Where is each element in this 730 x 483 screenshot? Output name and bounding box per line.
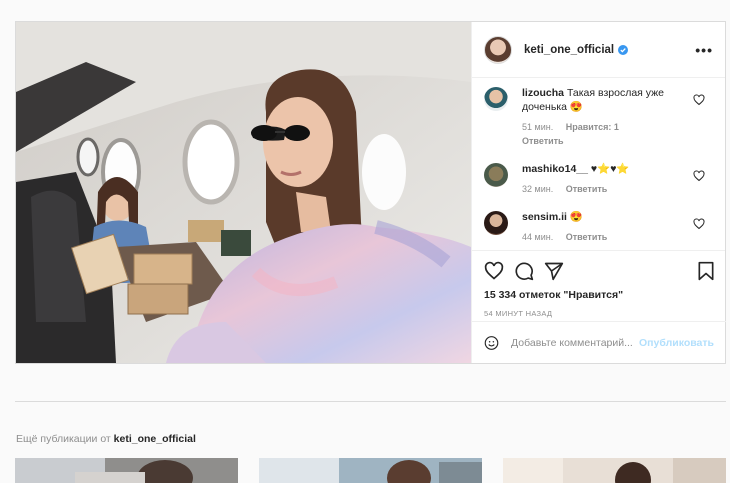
comment-item: lizoucha Такая взрослая уже доченька 😍 5… — [484, 86, 713, 148]
comment-text: 😍 — [569, 211, 583, 223]
related-post-thumbnail[interactable] — [15, 458, 238, 483]
post-time[interactable]: 54 МИНУТ НАЗАД — [484, 309, 715, 318]
heart-icon[interactable] — [693, 218, 705, 230]
author-username[interactable]: keti_one_official — [524, 44, 614, 56]
reply-button[interactable]: Ответить — [522, 136, 564, 146]
thumbnail-image — [503, 458, 726, 483]
likes-count[interactable]: 15 334 отметок "Нравится" — [484, 289, 715, 301]
reply-button[interactable]: Ответить — [566, 184, 608, 194]
comment-time[interactable]: 32 мин. — [522, 184, 553, 194]
post-header: keti_one_official ••• — [472, 22, 725, 78]
commenter-avatar[interactable] — [484, 87, 508, 111]
post-card: keti_one_official ••• lizoucha Такая взр… — [15, 21, 726, 364]
photo-illustration — [16, 22, 471, 363]
comment-likes[interactable]: Нравится: 1 — [566, 122, 619, 132]
comment-item: sensim.ii 😍 44 мин. Ответить — [484, 210, 713, 244]
comment-username[interactable]: sensim.ii — [522, 211, 567, 223]
comment-username[interactable]: lizoucha — [522, 87, 564, 99]
share-icon[interactable] — [544, 261, 564, 281]
post-photo[interactable] — [16, 22, 471, 363]
more-from-username[interactable]: keti_one_official — [114, 433, 196, 445]
post-sidebar: keti_one_official ••• lizoucha Такая взр… — [471, 22, 726, 363]
comments-list: lizoucha Такая взрослая уже доченька 😍 5… — [472, 78, 725, 250]
add-comment-bar: Опубликовать — [472, 321, 726, 363]
bookmark-icon[interactable] — [697, 261, 715, 281]
post-actions: 15 334 отметок "Нравится" 54 МИНУТ НАЗАД — [472, 250, 725, 322]
thumbnail-image — [259, 458, 482, 483]
comment-item: mashiko14__ ♥⭐♥⭐ 32 мин. Ответить — [484, 162, 713, 196]
heart-icon[interactable] — [484, 261, 504, 281]
more-from-prefix: Ещё публикации от — [16, 433, 111, 445]
section-divider — [15, 401, 726, 402]
emoji-icon[interactable] — [484, 333, 499, 353]
comment-text: ♥⭐♥⭐ — [590, 163, 630, 175]
thumbnail-image — [15, 458, 238, 483]
comment-time[interactable]: 44 мин. — [522, 232, 553, 242]
more-from-heading: Ещё публикации от keti_one_official — [16, 433, 196, 445]
publish-button[interactable]: Опубликовать — [639, 337, 714, 349]
commenter-avatar[interactable] — [484, 211, 508, 235]
commenter-avatar[interactable] — [484, 163, 508, 187]
related-post-thumbnail[interactable] — [259, 458, 482, 483]
reply-button[interactable]: Ответить — [566, 232, 608, 242]
comment-input[interactable] — [511, 336, 640, 349]
comment-icon[interactable] — [514, 261, 534, 281]
author-avatar[interactable] — [484, 35, 512, 64]
related-post-thumbnail[interactable] — [503, 458, 726, 483]
comment-username[interactable]: mashiko14__ — [522, 163, 588, 175]
verified-badge-icon — [618, 44, 629, 55]
heart-icon[interactable] — [693, 94, 705, 106]
more-options-button[interactable]: ••• — [695, 42, 713, 58]
comment-time[interactable]: 51 мин. — [522, 122, 553, 132]
heart-icon[interactable] — [693, 170, 705, 182]
